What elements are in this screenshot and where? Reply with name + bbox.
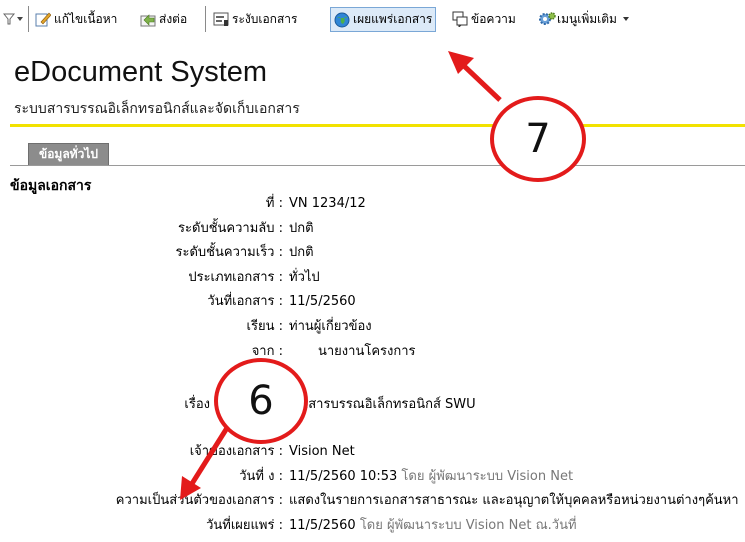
annotation-arrows bbox=[180, 51, 502, 500]
arrow-6 bbox=[180, 418, 235, 500]
arrow-7 bbox=[448, 51, 502, 102]
callout-6: 6 bbox=[214, 358, 308, 444]
callout-7: 7 bbox=[490, 96, 586, 182]
